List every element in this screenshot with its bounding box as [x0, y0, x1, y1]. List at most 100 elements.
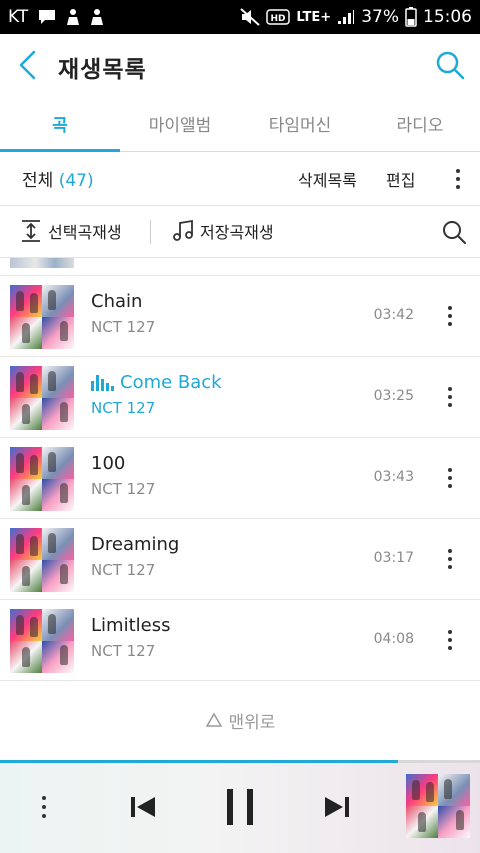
album-art: [10, 285, 74, 349]
now-playing-album-art[interactable]: [406, 774, 470, 838]
song-more-button[interactable]: [440, 464, 460, 492]
action-row: 선택곡재생 저장곡재생: [0, 206, 480, 258]
more-vertical-icon: [456, 169, 460, 189]
tab-radio[interactable]: 라디오: [360, 96, 480, 151]
triangle-up-icon: [205, 712, 222, 727]
previous-button[interactable]: [126, 791, 160, 823]
album-art: [10, 609, 74, 673]
song-list[interactable]: Chain NCT 127 03:42 Come Back NCT 127 03…: [0, 258, 480, 682]
song-duration: 03:25: [373, 388, 414, 404]
total-text: 전체: [22, 171, 54, 191]
song-title-text: Limitless: [91, 615, 171, 636]
more-vertical-icon: [448, 468, 452, 488]
tab-my-album[interactable]: 마이앨범: [120, 96, 240, 151]
search-button[interactable]: [432, 46, 468, 84]
total-label: 전체 (47): [22, 166, 94, 191]
song-title: 100: [91, 453, 125, 474]
lte-icon: LTE+: [296, 9, 332, 25]
chat-icon: [38, 9, 56, 25]
song-artist: NCT 127: [91, 480, 156, 498]
pause-icon: [227, 789, 253, 825]
music-note-icon: [173, 219, 193, 241]
battery-percent: 37%: [361, 7, 399, 27]
tab-time-machine[interactable]: 타임머신: [240, 96, 360, 151]
mini-player: [0, 760, 480, 853]
mute-icon: [240, 8, 261, 26]
now-playing-icon: [91, 374, 114, 391]
playback-progress[interactable]: [0, 760, 480, 763]
edit-button[interactable]: 편집: [386, 167, 415, 191]
hd-icon: HD: [266, 9, 291, 25]
play-selected-label: 선택곡재생: [48, 223, 122, 242]
next-button[interactable]: [320, 791, 354, 823]
play-saved-label: 저장곡재생: [200, 223, 274, 242]
song-duration: 03:42: [373, 307, 414, 323]
list-search-button[interactable]: [440, 218, 468, 246]
song-row[interactable]: Limitless NCT 127 04:08: [0, 600, 480, 681]
battery-icon: [405, 7, 417, 27]
scroll-to-top-label: 맨위로: [228, 712, 276, 733]
song-duration: 03:17: [373, 550, 414, 566]
tab-songs[interactable]: 곡: [0, 96, 120, 152]
song-artist: NCT 127: [91, 318, 156, 336]
more-vertical-icon: [448, 387, 452, 407]
clock: 15:06: [423, 7, 472, 27]
song-title: Limitless: [91, 615, 170, 636]
player-more-button[interactable]: [34, 792, 54, 822]
play-saved-button[interactable]: 저장곡재생: [172, 219, 274, 243]
person-icon: [90, 8, 104, 26]
play-selected-icon: [22, 220, 40, 242]
status-left: KT: [8, 7, 104, 27]
song-row[interactable]: 100 NCT 127 03:43: [0, 438, 480, 519]
song-row[interactable]: Dreaming NCT 127 03:17: [0, 519, 480, 600]
action-divider: [150, 220, 151, 244]
skip-next-icon: [325, 797, 349, 817]
scroll-to-top-button[interactable]: 맨위로: [0, 700, 480, 740]
song-more-button[interactable]: [440, 302, 460, 330]
app-bar: 재생목록: [0, 34, 480, 96]
playback-progress-fill: [0, 760, 399, 763]
song-title-text: Dreaming: [91, 534, 180, 555]
album-art: [10, 366, 74, 430]
song-artist: NCT 127: [91, 399, 156, 417]
song-title-text: Chain: [91, 291, 143, 312]
song-more-button[interactable]: [440, 626, 460, 654]
album-art: [406, 774, 470, 838]
summary-row: 전체 (47) 삭제목록 편집: [0, 152, 480, 206]
back-button[interactable]: [10, 46, 46, 84]
album-art: [10, 528, 74, 592]
song-row[interactable]: Chain NCT 127 03:42: [0, 276, 480, 357]
song-duration: 03:43: [373, 469, 414, 485]
song-title: Come Back: [91, 372, 222, 393]
signal-icon: [337, 9, 355, 25]
play-selected-button[interactable]: 선택곡재생: [20, 219, 122, 243]
chevron-left-icon: [19, 50, 36, 80]
album-art: [10, 258, 74, 268]
song-row[interactable]: Come Back NCT 127 03:25: [0, 357, 480, 438]
more-vertical-icon: [448, 630, 452, 650]
list-item[interactable]: [0, 258, 480, 276]
status-right: HD LTE+ 37% 15:06: [240, 7, 472, 27]
more-vertical-icon: [42, 796, 46, 818]
status-bar: KT HD LTE+ 37% 15:06: [0, 0, 480, 34]
more-vertical-icon: [448, 306, 452, 326]
search-icon: [443, 221, 466, 244]
song-more-button[interactable]: [440, 383, 460, 411]
total-count: (47): [58, 171, 94, 191]
person-icon: [66, 8, 80, 26]
skip-previous-icon: [131, 797, 155, 817]
deleted-list-button[interactable]: 삭제목록: [298, 167, 357, 191]
pause-button[interactable]: [220, 784, 260, 830]
carrier-label: KT: [8, 7, 29, 27]
song-duration: 04:08: [373, 631, 414, 647]
album-art: [10, 447, 74, 511]
song-more-button[interactable]: [440, 545, 460, 573]
svg-text:HD: HD: [271, 14, 286, 24]
more-vertical-icon: [448, 549, 452, 569]
page-title: 재생목록: [58, 57, 147, 83]
song-artist: NCT 127: [91, 561, 156, 579]
more-options-button[interactable]: [450, 166, 466, 192]
song-artist: NCT 127: [91, 642, 156, 660]
tab-bar: 곡 마이앨범 타임머신 라디오: [0, 96, 480, 152]
song-title-text: Come Back: [120, 372, 222, 393]
